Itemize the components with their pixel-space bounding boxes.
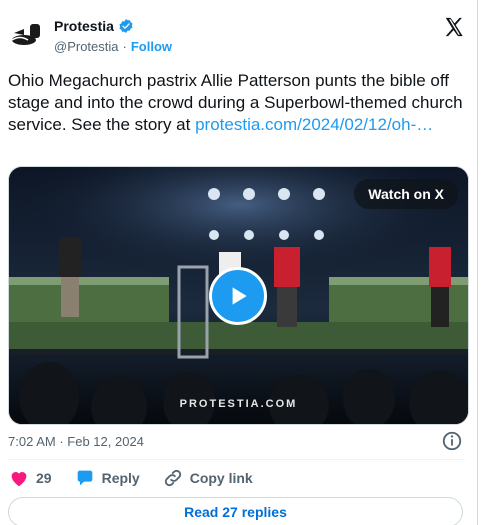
account-name[interactable]: Protestia xyxy=(54,18,114,34)
tweet-header: Protestia @Protestia · Follow xyxy=(8,12,469,56)
handle-row: @Protestia · Follow xyxy=(54,39,172,54)
video-watermark: PROTESTIA.COM xyxy=(179,398,298,410)
watch-on-x-button[interactable]: Watch on X xyxy=(354,179,458,209)
divider xyxy=(8,459,465,460)
reply-label: Reply xyxy=(101,470,140,486)
play-icon xyxy=(232,287,247,305)
tweet-date: Feb 12, 2024 xyxy=(67,434,144,449)
account-handle[interactable]: @Protestia xyxy=(54,39,119,54)
video-player[interactable]: Watch on X PROTESTIA.COM xyxy=(8,166,469,425)
protestia-logo-icon xyxy=(11,24,40,45)
meta-separator: · xyxy=(59,434,64,449)
action-bar: 29 Reply Copy link xyxy=(8,467,275,489)
heart-icon xyxy=(11,472,27,487)
x-logo-icon[interactable] xyxy=(443,16,465,38)
info-icon[interactable] xyxy=(441,430,463,452)
reply-button[interactable]: Reply xyxy=(74,467,140,489)
verified-badge-icon xyxy=(119,19,133,33)
story-link[interactable]: protestia.com/2024/02/12/oh-… xyxy=(195,115,433,134)
read-replies-button[interactable]: Read 27 replies xyxy=(8,497,463,525)
play-button[interactable] xyxy=(209,267,267,325)
like-count: 29 xyxy=(36,470,52,486)
avatar[interactable] xyxy=(8,14,48,54)
follow-button[interactable]: Follow xyxy=(131,39,172,54)
tweet-text: Ohio Megachurch pastrix Allie Patterson … xyxy=(8,70,468,136)
link-icon xyxy=(164,469,181,487)
tweet-card: Protestia @Protestia · Follow Ohio Megac… xyxy=(0,0,478,525)
copy-link-label: Copy link xyxy=(189,470,253,486)
reply-icon xyxy=(77,470,92,486)
tweet-timestamp[interactable]: 7:02 AM · Feb 12, 2024 xyxy=(8,434,144,449)
name-row: Protestia xyxy=(54,18,134,34)
copy-link-button[interactable]: Copy link xyxy=(162,467,253,489)
separator-dot: · xyxy=(122,39,127,54)
like-button[interactable]: 29 xyxy=(8,467,52,489)
tweet-time: 7:02 AM xyxy=(8,434,56,449)
